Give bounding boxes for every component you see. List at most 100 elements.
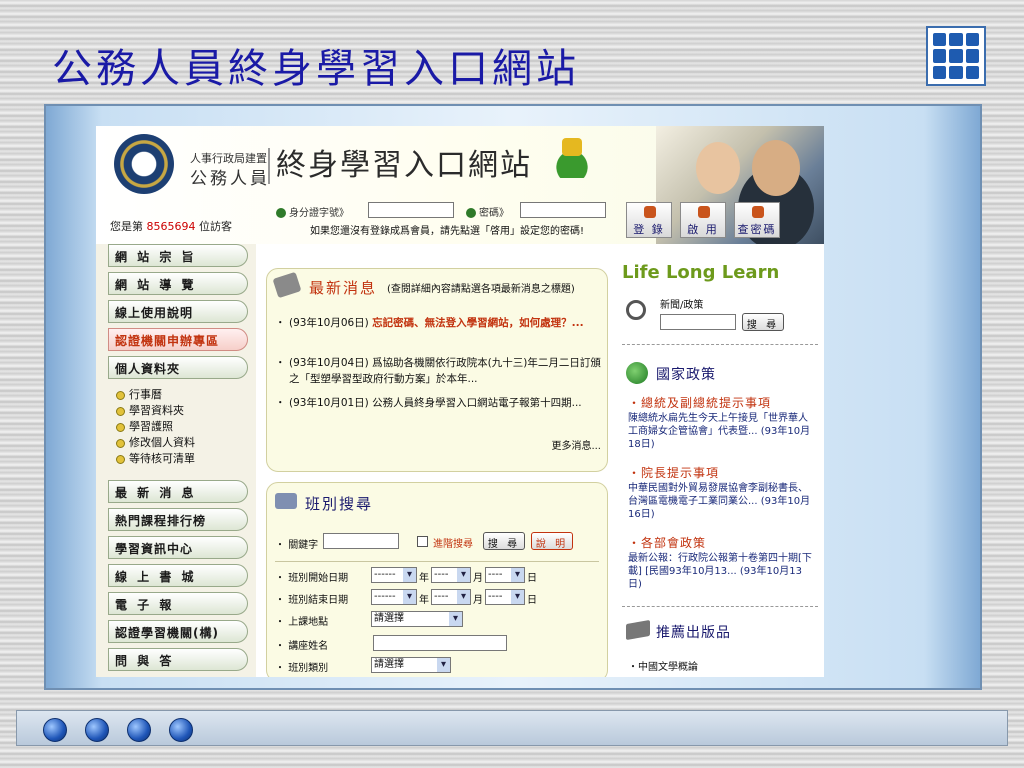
nav-site-guide[interactable]: 網 站 導 覽 <box>108 272 248 295</box>
site-header: 人事行政局建置 公務人員 終身學習入口網站 您是第 8565694 位訪客 身分… <box>96 126 824 244</box>
globe-icon <box>626 362 648 384</box>
sub-passport[interactable]: 學習護照 <box>116 418 173 434</box>
start-year-select[interactable]: ------ <box>371 567 417 583</box>
news-panel: 最新消息 (查閱詳細內容請點選各項最新消息之標題) ・ (93年10月06日) 忘… <box>266 268 608 472</box>
government-logo-icon <box>114 134 174 194</box>
section-heading[interactable]: ・院長提示事項 <box>628 464 719 481</box>
key-icon <box>698 206 710 218</box>
emblem-icon <box>548 138 596 178</box>
magnifier-icon <box>752 206 764 218</box>
start-date-label: ・ 班別開始日期 <box>275 573 349 584</box>
visitor-counter: 您是第 8565694 位訪客 <box>110 220 232 233</box>
lookup-password-button[interactable]: 查密碼 <box>734 202 780 238</box>
section-body[interactable]: 中華民國對外貿易發展協會李副秘書長、台灣區電機電子工業同業公... (93年10… <box>628 482 812 521</box>
policy-search-input[interactable] <box>660 314 736 330</box>
location-label: ・ 上課地點 <box>275 617 329 628</box>
login-button[interactable]: 登 錄 <box>626 202 672 238</box>
class-search-panel: 班別搜尋 ・ 關鍵字 進階搜尋 搜 尋 說 明 ・ 班別開始日期 ------ … <box>266 482 608 677</box>
publications-title: 推薦出版品 <box>656 625 731 641</box>
nav-online-help[interactable]: 線上使用說明 <box>108 300 248 323</box>
id-label: 身分證字號》 <box>276 204 349 219</box>
nav-mission[interactable]: 網 站 宗 旨 <box>108 244 248 267</box>
location-select[interactable]: 請選擇 <box>371 611 463 627</box>
arrow-icon <box>276 208 286 218</box>
policy-search-button[interactable]: 搜 尋 <box>742 313 784 331</box>
visitor-count: 8565694 <box>146 220 196 233</box>
keyword-input[interactable] <box>323 533 399 549</box>
class-search-button[interactable]: 搜 尋 <box>483 532 525 550</box>
divider <box>275 561 599 562</box>
section-body[interactable]: 最新公報：行政院公報第十卷第四十期[下載] [民國93年10月13... (93… <box>628 552 812 591</box>
end-year-select[interactable]: ------ <box>371 589 417 605</box>
divider <box>622 606 818 607</box>
nav-certified-institutions[interactable]: 認證學習機關(構) <box>108 620 248 643</box>
news-item[interactable]: ・ (93年10月01日) 公務人員終身學習入口網站電子報第十四期... <box>275 395 601 411</box>
book-stack-icon <box>275 493 297 509</box>
section-heading[interactable]: ・各部會政策 <box>628 534 706 551</box>
class-type-select[interactable]: 請選擇 <box>371 657 451 673</box>
magnifier-icon <box>626 300 646 320</box>
publication-item[interactable]: ・中國文學概論 <box>628 658 698 673</box>
teacher-name-input[interactable] <box>373 635 507 651</box>
password-label: 密碼》 <box>466 204 509 219</box>
activate-button[interactable]: 啟 用 <box>680 202 726 238</box>
nav-faq[interactable]: 問 與 答 <box>108 648 248 671</box>
sub-learning-folder[interactable]: 學習資料夾 <box>116 402 184 418</box>
nav-certified-agency[interactable]: 認證機關申辦專區 <box>108 328 248 351</box>
slide-title: 公務人員終身學習入口網站 <box>52 46 580 92</box>
newspaper-icon <box>272 271 302 299</box>
org-line2: 公務人員 <box>190 169 270 189</box>
bottom-bar <box>16 710 1008 746</box>
news-subtitle: (查閱詳細內容請點選各項最新消息之標題) <box>387 284 575 295</box>
section-heading[interactable]: ・總統及副總統提示事項 <box>628 394 771 411</box>
class-search-title: 班別搜尋 <box>305 495 374 513</box>
end-month-select[interactable]: ---- <box>431 589 471 605</box>
nav-latest-news[interactable]: 最 新 消 息 <box>108 480 248 503</box>
teacher-label: ・ 講座姓名 <box>275 641 329 652</box>
advanced-search-checkbox[interactable] <box>417 536 428 547</box>
news-title: 最新消息 <box>309 279 378 297</box>
website-screenshot: 人事行政局建置 公務人員 終身學習入口網站 您是第 8565694 位訪客 身分… <box>96 126 824 677</box>
bullet-icon <box>116 422 125 432</box>
nav-info-center[interactable]: 學習資訊中心 <box>108 536 248 559</box>
help-button[interactable]: 說 明 <box>531 532 573 550</box>
nav-newsletter[interactable]: 電 子 報 <box>108 592 248 615</box>
sub-edit-profile[interactable]: 修改個人資料 <box>116 434 195 450</box>
nav-bookstore[interactable]: 線 上 書 城 <box>108 564 248 587</box>
slogan: Life Long Learn <box>622 262 780 283</box>
bullet-icon <box>116 438 125 448</box>
news-item[interactable]: ・ (93年10月04日) 爲協助各機關依行政院本(九十三)年二月二日訂頒之「型塑… <box>275 355 601 387</box>
end-day-select[interactable]: ---- <box>485 589 525 605</box>
register-note: 如果您還沒有登錄成爲會員，請先點選「啓用」設定您的密碼! <box>310 226 585 237</box>
left-nav: 網 站 宗 旨 網 站 導 覽 線上使用說明 認證機關申辦專區 個人資料夾 行事… <box>96 244 256 677</box>
class-type-label: ・ 班別類別 <box>275 663 329 674</box>
nav-personal-folder[interactable]: 個人資料夾 <box>108 356 248 379</box>
keyword-label: ・ 關鍵字 <box>275 540 319 551</box>
orb-icon <box>85 718 109 742</box>
sub-calendar[interactable]: 行事曆 <box>116 386 162 402</box>
start-month-select[interactable]: ---- <box>431 567 471 583</box>
news-item[interactable]: ・ (93年10月06日) 忘記密碼、無法登入學習網站，如何處理？... <box>275 315 601 331</box>
id-number-input[interactable] <box>368 202 454 218</box>
orb-icon <box>43 718 67 742</box>
nav-hot-courses[interactable]: 熱門課程排行榜 <box>108 508 248 531</box>
start-day-select[interactable]: ---- <box>485 567 525 583</box>
orb-icon <box>127 718 151 742</box>
sub-pending-list[interactable]: 等待核可清單 <box>116 450 195 466</box>
grid-menu-icon[interactable] <box>926 26 986 86</box>
bullet-icon <box>116 454 125 464</box>
right-column: Life Long Learn 新聞/政策 搜 尋 國家政策 ・總統及副總統提示… <box>616 244 824 677</box>
header-divider <box>268 148 270 184</box>
bullet-icon <box>116 390 125 400</box>
advanced-search-label: 進階搜尋 <box>433 539 473 550</box>
screenshot-frame: 人事行政局建置 公務人員 終身學習入口網站 您是第 8565694 位訪客 身分… <box>44 104 982 690</box>
password-input[interactable] <box>520 202 606 218</box>
national-policy-title: 國家政策 <box>656 367 716 383</box>
book-icon <box>626 619 650 641</box>
orb-icon <box>169 718 193 742</box>
more-news-link[interactable]: 更多消息... <box>551 437 601 452</box>
divider <box>622 344 818 345</box>
policy-search-label: 新聞/政策 <box>660 300 704 311</box>
section-body[interactable]: 陳總統水扁先生今天上午接見「世界華人工商婦女企管協會」代表暨... (93年10… <box>628 412 812 451</box>
arrow-icon <box>466 208 476 218</box>
